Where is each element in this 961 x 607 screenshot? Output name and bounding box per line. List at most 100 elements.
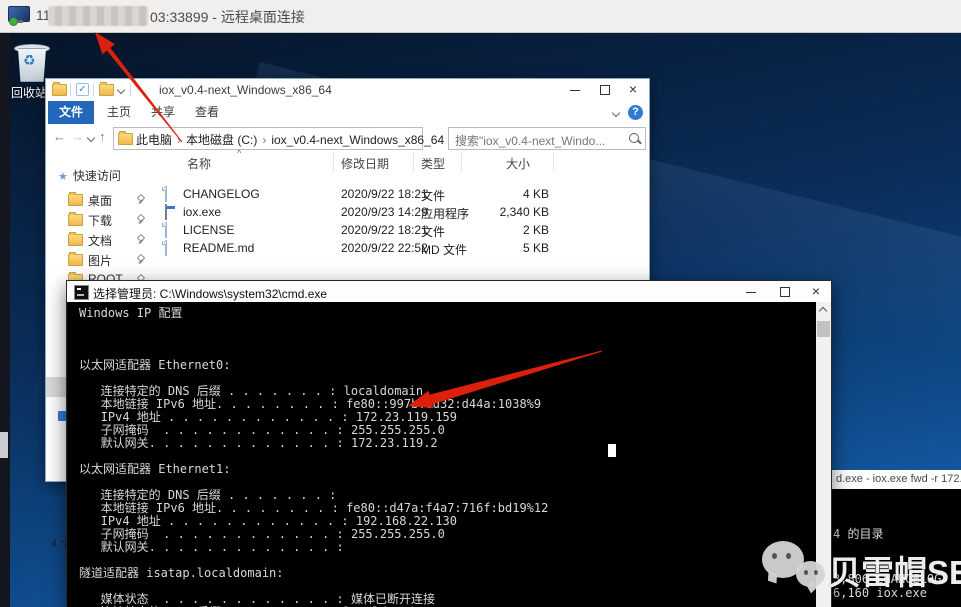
sidebar-item-quick-access[interactable]: ★快速访问 [58, 167, 121, 184]
search-placeholder: 搜索"iox_v0.4-next_Windo... [455, 132, 605, 149]
sidebar-item-label: 下载 [88, 212, 112, 229]
folder-icon [68, 214, 83, 226]
application-icon [165, 204, 167, 220]
close-button[interactable]: × [804, 281, 828, 301]
file-row[interactable]: README.md2020/9/22 22:52MD 文件5 KB [149, 239, 609, 257]
recent-locations-icon[interactable] [87, 134, 95, 142]
column-header-name[interactable]: 名称 [187, 155, 211, 172]
sidebar-item-label: 文档 [88, 232, 112, 249]
pin-icon [136, 195, 145, 204]
file-name: iox.exe [183, 205, 221, 219]
breadcrumb[interactable]: 此电脑›本地磁盘 (C:)›iox_v0.4-next_Windows_x86_… [136, 131, 444, 148]
file-modified: 2020/9/23 14:29 [341, 205, 428, 219]
cmd-window-title: 选择管理员: C:\Windows\system32\cmd.exe [93, 285, 327, 302]
file-size: 4 KB [469, 187, 549, 201]
explorer-ribbon: 文件 主页 共享 查看 ? [46, 101, 649, 126]
explorer-address-row: ← → ↑ 此电脑›本地磁盘 (C:)›iox_v0.4-next_Window… [46, 125, 649, 152]
quick-access-check-icon[interactable]: ✓ [76, 83, 89, 96]
file-row[interactable]: CHANGELOG2020/9/22 18:21文件4 KB [149, 185, 609, 203]
column-header-type[interactable]: 类型 [421, 155, 445, 172]
cmd-titlebar[interactable]: 选择管理员: C:\Windows\system32\cmd.exe × [67, 281, 831, 302]
file-row[interactable]: LICENSE 2020/9/22 18:21文件 2 KB [149, 221, 609, 239]
file-modified: 2020/9/22 22:52 [341, 241, 428, 255]
rdp-title-suffix: 03:33899 - 远程桌面连接 [150, 7, 305, 27]
address-bar[interactable]: 此电脑›本地磁盘 (C:)›iox_v0.4-next_Windows_x86_… [113, 127, 423, 150]
file-icon [165, 186, 167, 202]
explorer-titlebar[interactable]: ✓ iox_v0.4-next_Windows_x86_64 × [46, 79, 649, 101]
scroll-up-icon[interactable] [819, 307, 827, 315]
file-name: CHANGELOG [183, 187, 260, 201]
quick-access-folder-icon[interactable] [99, 84, 114, 96]
help-icon[interactable]: ? [628, 105, 643, 120]
chevron-down-icon[interactable] [117, 86, 125, 94]
background-cmd-titlebar[interactable]: d.exe - iox.exe fwd -r 172.23 [830, 470, 961, 490]
background-cmd-title: d.exe - iox.exe fwd -r 172.23 [836, 473, 961, 485]
watermark-text: 贝雷帽SEC [828, 546, 961, 594]
file-row[interactable]: iox.exe 2020/9/23 14:29应用程序2,340 KB [149, 203, 609, 221]
column-header-size[interactable]: 大小 [506, 155, 530, 172]
search-icon[interactable] [629, 133, 639, 143]
cmd-window: 选择管理员: C:\Windows\system32\cmd.exe × Win… [66, 280, 832, 607]
file-type: 文件 [421, 223, 445, 240]
up-icon[interactable]: ↑ [99, 129, 106, 144]
tab-home[interactable]: 主页 [98, 101, 140, 124]
rdp-connection-bar[interactable]: 11 03:33899 - 远程桌面连接 [0, 0, 961, 33]
cmd-icon [74, 285, 89, 300]
scrollbar-thumb[interactable] [817, 321, 830, 337]
close-button[interactable]: × [621, 79, 645, 100]
redacted-ip-blur [48, 6, 148, 26]
file-size: 2 KB [469, 223, 549, 237]
ribbon-collapse-icon[interactable] [612, 109, 620, 117]
recycle-bin-icon[interactable]: ♻ [14, 42, 48, 82]
pin-icon [136, 235, 145, 244]
column-header-modified[interactable]: 修改日期 [341, 155, 389, 172]
file-size: 2,340 KB [469, 205, 549, 219]
file-modified: 2020/9/22 18:21 [341, 223, 428, 237]
recycle-glyph: ♻ [23, 52, 36, 69]
file-type: 应用程序 [421, 205, 469, 222]
minimize-button[interactable] [563, 79, 587, 100]
pin-icon [136, 255, 145, 264]
file-size: 5 KB [469, 241, 549, 255]
sidebar-item-label: 桌面 [88, 192, 112, 209]
file-icon [165, 222, 167, 238]
star-icon: ★ [58, 171, 68, 183]
file-type: 文件 [421, 187, 445, 204]
forward-icon[interactable]: → [71, 129, 84, 144]
cmd-output: Windows IP 配置 以太网适配器 Ethernet0: 连接特定的 DN… [79, 307, 548, 607]
sort-asc-icon[interactable]: ^ [237, 148, 241, 158]
file-icon [165, 240, 167, 256]
explorer-window-title: iox_v0.4-next_Windows_x86_64 [159, 83, 332, 97]
pin-icon [136, 215, 145, 224]
breadcrumb-current-folder[interactable]: iox_v0.4-next_Windows_x86_64 [271, 133, 444, 147]
rdp-session-screen: ♻ 回收站 d.exe - iox.exe fwd -r 172.23 4 的目… [0, 0, 961, 607]
desktop-edge-fragment [0, 432, 8, 458]
folder-icon [68, 254, 83, 266]
watermark: 贝雷帽SEC [756, 533, 956, 605]
folder-icon [68, 194, 83, 206]
file-name: README.md [183, 241, 254, 255]
sidebar-item-图片[interactable]: 图片 [46, 249, 149, 269]
sidebar-item-下载[interactable]: 下载 [46, 209, 149, 229]
recycle-bin-label: 回收站 [11, 84, 47, 101]
breadcrumb-drive-c[interactable]: 本地磁盘 (C:) [186, 133, 257, 147]
maximize-button[interactable] [772, 281, 796, 301]
tab-view[interactable]: 查看 [186, 101, 228, 124]
search-input[interactable]: 搜索"iox_v0.4-next_Windo... [448, 127, 646, 150]
address-folder-icon [118, 133, 133, 145]
tab-file[interactable]: 文件 [48, 101, 94, 124]
window-folder-icon [52, 84, 67, 96]
sidebar-item-桌面[interactable]: 桌面 [46, 189, 149, 209]
minimize-button[interactable] [739, 281, 763, 301]
maximize-button[interactable] [592, 79, 616, 100]
sidebar-item-label: 图片 [88, 252, 112, 269]
breadcrumb-this-pc[interactable]: 此电脑 [136, 133, 172, 147]
sidebar-item-文档[interactable]: 文档 [46, 229, 149, 249]
folder-icon [68, 234, 83, 246]
tab-share[interactable]: 共享 [142, 101, 184, 124]
file-name: LICENSE [183, 223, 234, 237]
desktop-edge-strip [0, 32, 10, 607]
back-icon[interactable]: ← [53, 129, 66, 144]
wechat-icon [796, 561, 825, 587]
cmd-cursor-block [608, 444, 616, 457]
